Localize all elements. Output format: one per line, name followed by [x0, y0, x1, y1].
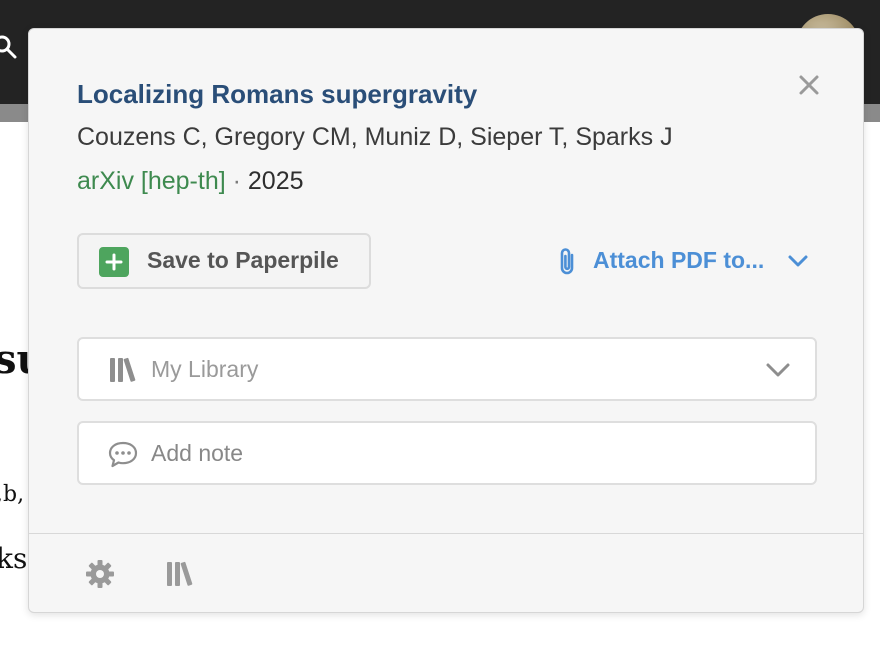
chevron-down-icon	[766, 363, 790, 377]
add-note-field[interactable]: Add note	[77, 421, 817, 485]
save-to-paperpile-button[interactable]: Save to Paperpile	[77, 233, 371, 289]
search-icon[interactable]	[0, 34, 18, 60]
paper-publication-info: arXiv [hep-th] · 2025	[77, 167, 304, 196]
paper-authors: Couzens C, Gregory CM, Muniz D, Sieper T…	[77, 123, 673, 151]
paper-title[interactable]: Localizing Romans supergravity	[77, 79, 477, 110]
library-select-value: My Library	[151, 356, 259, 382]
chevron-down-icon	[788, 255, 808, 267]
close-icon[interactable]	[795, 71, 823, 99]
paper-venue: arXiv [hep-th]	[77, 167, 226, 195]
library-books-icon[interactable]	[163, 557, 197, 591]
speech-bubble-icon	[108, 441, 138, 468]
paper-year: 2025	[247, 167, 304, 195]
paperclip-icon	[560, 248, 574, 275]
save-button-label: Save to Paperpile	[147, 247, 339, 273]
background-text-fragment: ,b,	[0, 482, 25, 507]
paperpile-popup: Localizing Romans supergravity Couzens C…	[28, 28, 864, 613]
library-select[interactable]: My Library	[77, 337, 817, 401]
footer-divider	[29, 533, 863, 534]
add-note-placeholder: Add note	[151, 440, 244, 466]
attach-pdf-label: Attach PDF to...	[593, 247, 765, 273]
plus-icon	[99, 247, 129, 277]
background-text-fragment: ks	[0, 542, 28, 575]
venue-year-separator: ·	[225, 167, 248, 195]
attach-pdf-dropdown[interactable]: Attach PDF to...	[555, 243, 815, 279]
library-books-icon	[110, 357, 136, 382]
gear-icon[interactable]	[83, 557, 117, 591]
